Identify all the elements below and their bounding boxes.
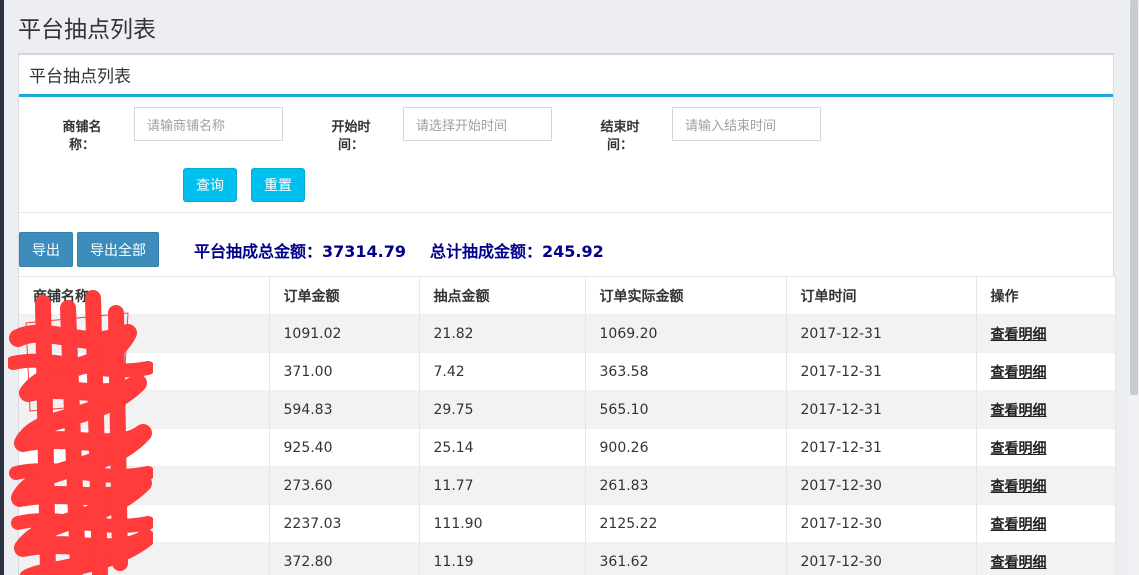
cell-action: 查看明细	[976, 390, 1116, 429]
cell-actual: 363.58	[585, 352, 787, 391]
cell-date: 2017-12-31	[786, 352, 977, 391]
column-header-actual[interactable]: 订单实际金额	[585, 276, 787, 315]
cell-amount: 594.83	[269, 390, 420, 429]
cell-amount: 2237.03	[269, 504, 420, 543]
table-row: 925.40 25.14 900.26 2017-12-31 查看明细	[19, 428, 1116, 467]
table-row: 372.80 11.19 361.62 2017-12-30 查看明细	[19, 542, 1116, 575]
cell-date: 2017-12-31	[786, 314, 977, 353]
scrollbar-track[interactable]	[1129, 0, 1139, 575]
left-frame-edge	[0, 0, 4, 575]
page-title: 平台抽点列表	[18, 17, 156, 43]
column-header-amount[interactable]: 订单金额	[269, 276, 420, 315]
view-detail-link[interactable]: 查看明细	[991, 327, 1047, 343]
cell-commission: 29.75	[419, 390, 586, 429]
cell-actual: 900.26	[585, 428, 787, 467]
list-panel: 平台抽点列表 商铺名称： 请输商铺名称 开始时间： 请选择开始时间 结束时间： …	[18, 53, 1116, 575]
cell-commission: 21.82	[419, 314, 586, 353]
column-header-commission[interactable]: 抽点金额	[419, 276, 586, 315]
table-row: 371.00 7.42 363.58 2017-12-31 查看明细	[19, 352, 1116, 391]
table-row: 594.83 29.75 565.10 2017-12-31 查看明细	[19, 390, 1116, 429]
divider	[19, 212, 1113, 213]
column-header-date[interactable]: 订单时间	[786, 276, 977, 315]
sum-commission-summary: 总计抽成金额：245.92	[430, 242, 604, 261]
query-button[interactable]: 查询	[183, 168, 237, 202]
cell-date: 2017-12-30	[786, 542, 977, 575]
view-detail-link[interactable]: 查看明细	[991, 403, 1047, 419]
cell-actual: 565.10	[585, 390, 787, 429]
end-time-input[interactable]: 请输入结束时间	[672, 107, 821, 141]
view-detail-link[interactable]: 查看明细	[991, 441, 1047, 457]
cell-date: 2017-12-31	[786, 390, 977, 429]
cell-amount: 371.00	[269, 352, 420, 391]
end-time-label: 结束时间：	[600, 120, 640, 153]
commission-table: 商铺名称 订单金额 抽点金额 订单实际金额 订单时间 操作 1091.02 21…	[19, 276, 1116, 575]
table-row: 273.60 11.77 261.83 2017-12-30 查看明细	[19, 466, 1116, 505]
cell-action: 查看明细	[976, 314, 1116, 353]
redaction-scribble	[8, 290, 153, 575]
cell-actual: 261.83	[585, 466, 787, 505]
view-detail-link[interactable]: 查看明细	[991, 555, 1047, 571]
total-commission-summary: 平台抽成总金额：37314.79	[194, 242, 407, 261]
cell-action: 查看明细	[976, 428, 1116, 467]
table-header-row: 商铺名称 订单金额 抽点金额 订单实际金额 订单时间 操作	[19, 276, 1116, 315]
cell-action: 查看明细	[976, 352, 1116, 391]
cell-action: 查看明细	[976, 542, 1116, 575]
cell-date: 2017-12-30	[786, 466, 977, 505]
view-detail-link[interactable]: 查看明细	[991, 365, 1047, 381]
cell-amount: 273.60	[269, 466, 420, 505]
cell-commission: 25.14	[419, 428, 586, 467]
export-button[interactable]: 导出	[19, 232, 73, 267]
panel-title: 平台抽点列表	[29, 67, 131, 87]
table-row: 2237.03 111.90 2125.22 2017-12-30 查看明细	[19, 504, 1116, 543]
cell-commission: 111.90	[419, 504, 586, 543]
filter-form: 商铺名称： 请输商铺名称 开始时间： 请选择开始时间 结束时间： 请输入结束时间…	[19, 107, 1113, 213]
cell-commission: 7.42	[419, 352, 586, 391]
cell-action: 查看明细	[976, 466, 1116, 505]
view-detail-link[interactable]: 查看明细	[991, 517, 1047, 533]
cell-date: 2017-12-31	[786, 428, 977, 467]
cell-actual: 361.62	[585, 542, 787, 575]
scrollbar-thumb[interactable]	[1130, 0, 1138, 395]
reset-button[interactable]: 重置	[251, 168, 305, 202]
cell-actual: 2125.22	[585, 504, 787, 543]
cell-action: 查看明细	[976, 504, 1116, 543]
start-time-label: 开始时间：	[331, 120, 371, 153]
cell-amount: 372.80	[269, 542, 420, 575]
column-header-action: 操作	[976, 276, 1116, 315]
cell-commission: 11.19	[419, 542, 586, 575]
cell-commission: 11.77	[419, 466, 586, 505]
shop-name-input[interactable]: 请输商铺名称	[134, 107, 283, 141]
cell-amount: 1091.02	[269, 314, 420, 353]
redaction-strokes	[8, 290, 153, 575]
cell-date: 2017-12-30	[786, 504, 977, 543]
shop-name-label: 商铺名称：	[62, 120, 102, 153]
table-row: 1091.02 21.82 1069.20 2017-12-31 查看明细	[19, 314, 1116, 353]
panel-header: 平台抽点列表	[19, 55, 1113, 97]
export-all-button[interactable]: 导出全部	[77, 232, 159, 267]
view-detail-link[interactable]: 查看明细	[991, 479, 1047, 495]
cell-amount: 925.40	[269, 428, 420, 467]
cell-actual: 1069.20	[585, 314, 787, 353]
start-time-input[interactable]: 请选择开始时间	[403, 107, 552, 141]
